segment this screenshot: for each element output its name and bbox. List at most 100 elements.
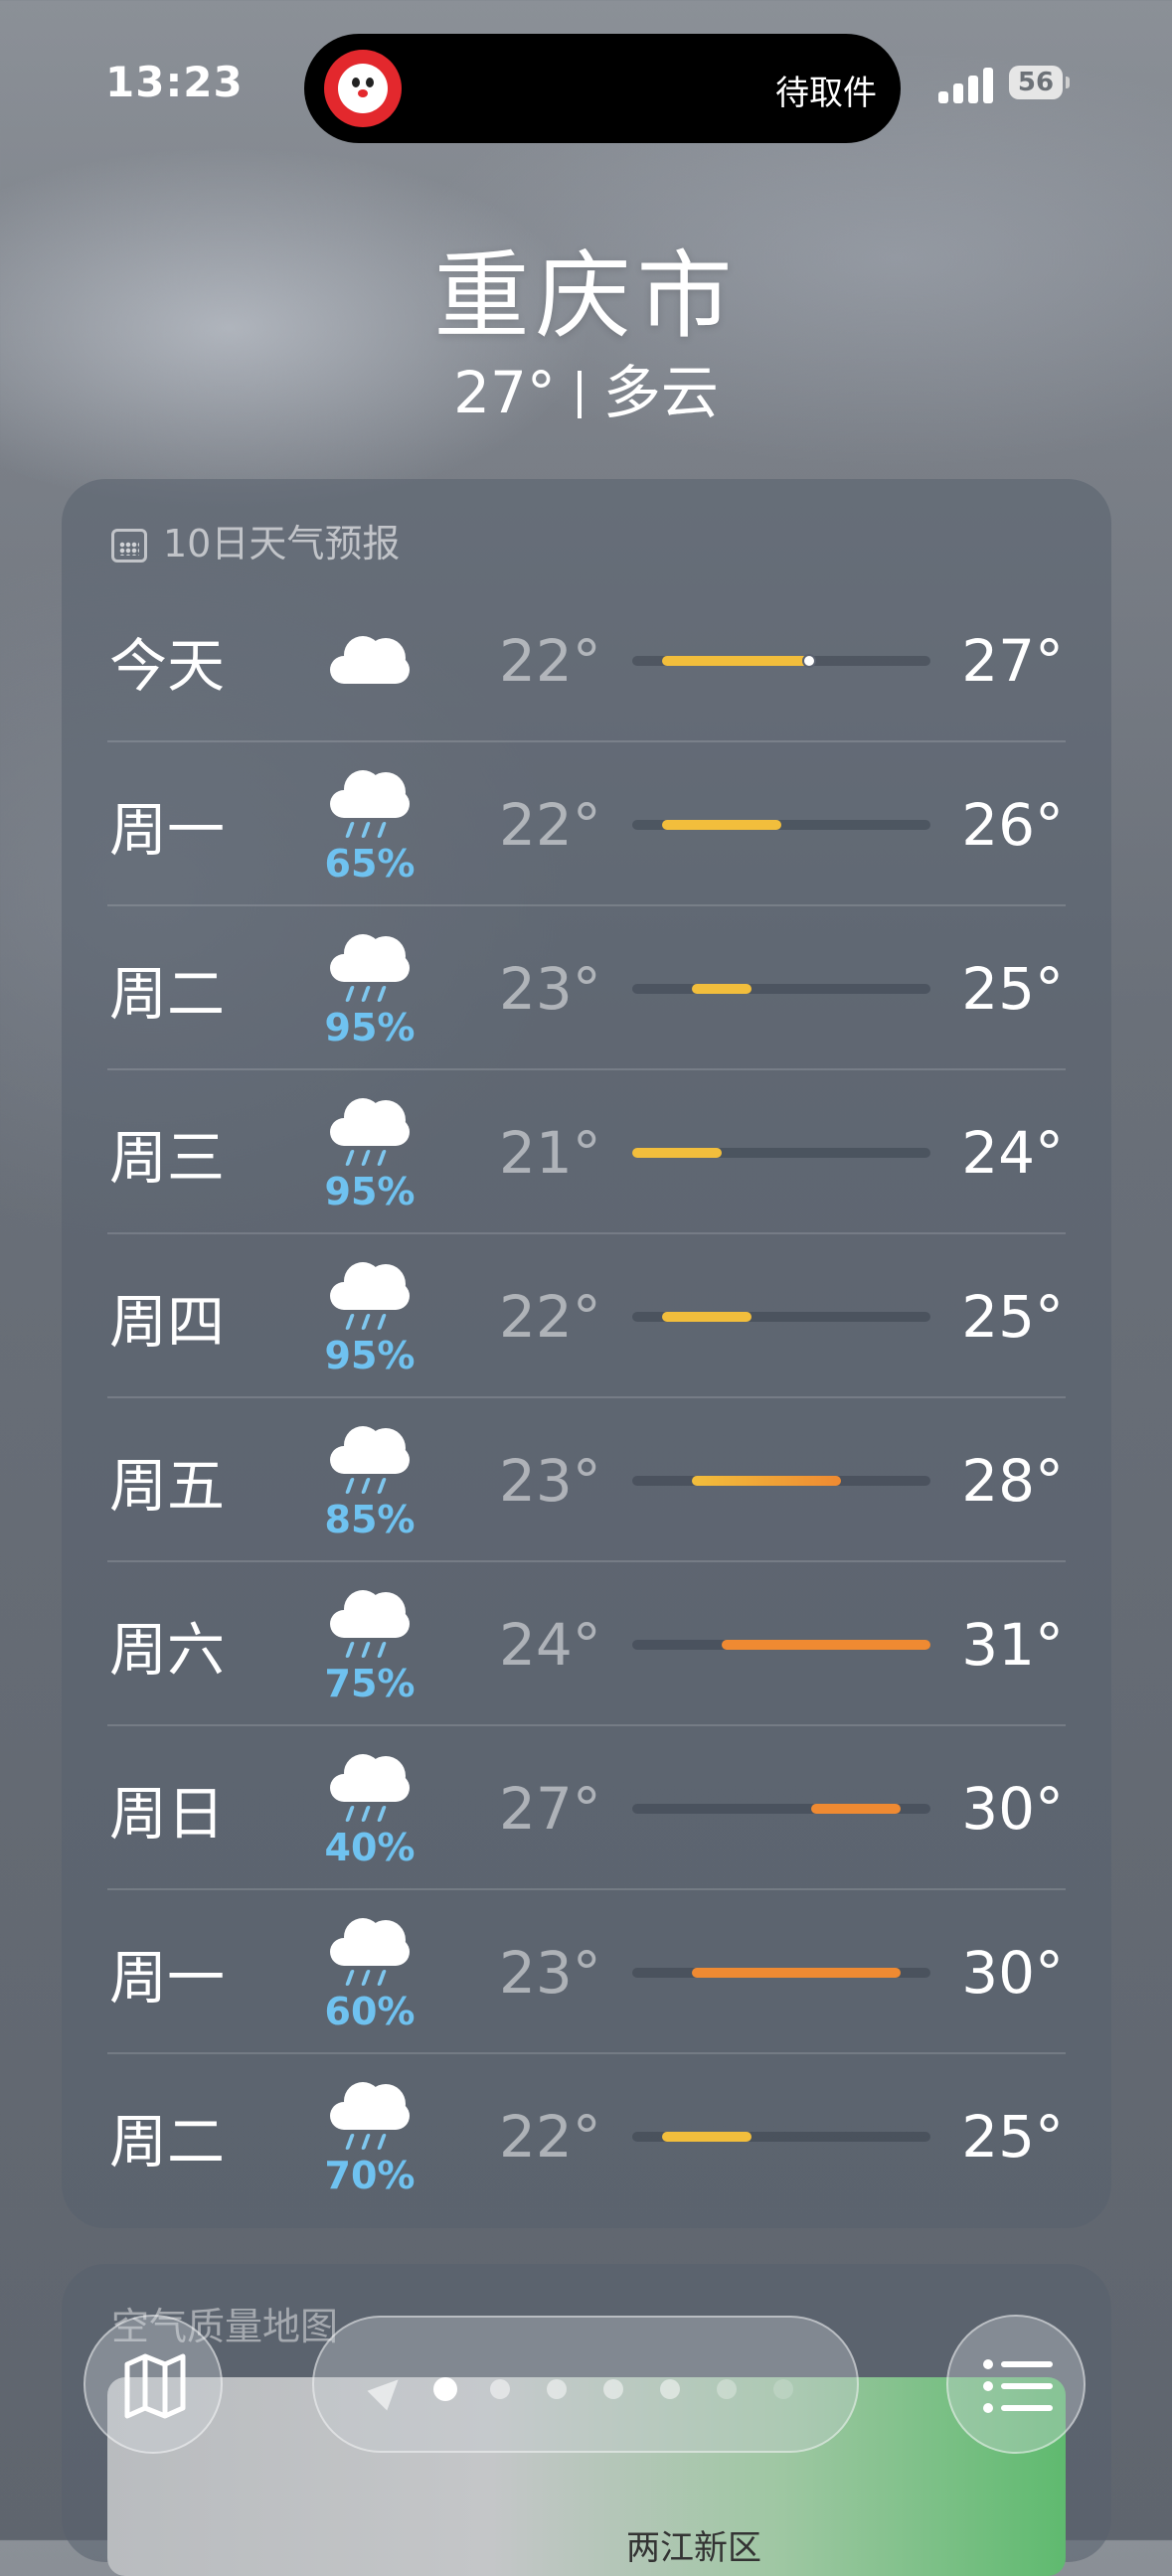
temp-range-fill — [662, 819, 781, 830]
page-dot[interactable] — [547, 2379, 567, 2399]
low-temp: 22° — [499, 2102, 601, 2171]
temp-range-fill — [662, 1311, 752, 1322]
dynamic-island[interactable]: 待取件 — [304, 34, 901, 143]
precipitation-chance: 95% — [324, 1170, 416, 1213]
low-temp: 22° — [499, 626, 601, 695]
forecast-row[interactable]: 周四 95% 22° 25° — [62, 1234, 1111, 1398]
high-temp: 25° — [961, 1282, 1064, 1351]
page-dot[interactable] — [490, 2379, 510, 2399]
current-temp-marker — [802, 653, 816, 668]
forecast-row[interactable]: 周一 65% 22° 26° — [62, 742, 1111, 906]
day-label: 周六 — [109, 1615, 226, 1684]
high-temp: 28° — [961, 1446, 1064, 1515]
low-temp: 23° — [499, 1446, 601, 1515]
map-region-label: 两江新区 — [626, 2528, 761, 2568]
day-label: 周二 — [109, 959, 226, 1028]
forecast-row[interactable]: 周三 95% 21° 24° — [62, 1070, 1111, 1234]
forecast-header: 10日天气预报 — [111, 513, 400, 567]
temp-range-bar — [632, 2131, 930, 2142]
island-status-text: 待取件 — [775, 74, 877, 113]
page-dot[interactable] — [603, 2379, 623, 2399]
temp-range-bar — [632, 1803, 930, 1814]
map-button[interactable] — [84, 2315, 223, 2454]
precipitation-chance: 65% — [324, 842, 416, 886]
signal-icon — [938, 66, 994, 103]
cloud-rain-icon: 60% — [310, 1890, 429, 2054]
page-dot[interactable] — [433, 2377, 457, 2401]
low-temp: 23° — [499, 1938, 601, 2007]
precipitation-chance: 75% — [324, 1662, 416, 1705]
cloud-icon — [310, 578, 429, 742]
page-dot[interactable] — [773, 2379, 793, 2399]
forecast-row[interactable]: 今天 22° 27° — [62, 578, 1111, 742]
day-label: 周日 — [109, 1779, 226, 1848]
cloud-rain-icon: 95% — [310, 1070, 429, 1234]
temp-range-fill — [662, 655, 811, 666]
temp-range-fill — [692, 1475, 841, 1486]
day-label: 周四 — [109, 1287, 226, 1356]
day-label: 周五 — [109, 1451, 226, 1520]
forecast-title: 10日天气预报 — [163, 522, 401, 565]
day-label: 今天 — [109, 631, 226, 700]
forecast-row[interactable]: 周五 85% 23° 28° — [62, 1398, 1111, 1562]
location-arrow-icon — [367, 2369, 409, 2411]
forecast-row[interactable]: 周六 75% 24° 31° — [62, 1562, 1111, 1726]
low-temp: 23° — [499, 954, 601, 1023]
cloud-rain-icon: 75% — [310, 1562, 429, 1726]
high-temp: 25° — [961, 2102, 1064, 2171]
jd-app-icon — [324, 50, 402, 127]
day-label: 周三 — [109, 1123, 226, 1192]
temp-range-fill — [692, 1967, 901, 1978]
temp-range-bar — [632, 1311, 930, 1322]
cloud-rain-icon: 95% — [310, 906, 429, 1070]
high-temp: 26° — [961, 790, 1064, 859]
day-label: 周一 — [109, 1943, 226, 2012]
list-icon — [983, 2359, 1053, 2413]
day-label: 周二 — [109, 2107, 226, 2175]
precipitation-chance: 40% — [324, 1826, 416, 1869]
forecast-row[interactable]: 周一 60% 23° 30° — [62, 1890, 1111, 2054]
temp-range-bar — [632, 819, 930, 830]
temp-range-fill — [692, 983, 752, 994]
temp-range-bar — [632, 983, 930, 994]
status-time: 13:23 — [105, 58, 244, 106]
temp-range-bar — [632, 1147, 930, 1158]
page-dot[interactable] — [717, 2379, 737, 2399]
forecast-row[interactable]: 周二 70% 22° 25° — [62, 2054, 1111, 2218]
city-list-button[interactable] — [946, 2315, 1086, 2454]
low-temp: 21° — [499, 1118, 601, 1187]
ten-day-forecast-card[interactable]: 10日天气预报 今天 22° 27° 周一 65% 22° 26° 周二 95% 23° 25° 周三… — [62, 479, 1111, 2228]
page-indicator[interactable] — [312, 2316, 859, 2453]
city-name: 重庆市 — [433, 241, 739, 352]
high-temp: 30° — [961, 1938, 1064, 2007]
precipitation-chance: 95% — [324, 1334, 416, 1377]
precipitation-chance: 85% — [324, 1498, 416, 1541]
precipitation-chance: 70% — [324, 2154, 416, 2197]
low-temp: 27° — [499, 1774, 601, 1843]
high-temp: 24° — [961, 1118, 1064, 1187]
high-temp: 31° — [961, 1610, 1064, 1679]
temp-range-fill — [811, 1803, 901, 1814]
current-conditions: 27° 多云 — [0, 346, 1172, 429]
condition-text: 多云 — [602, 359, 719, 426]
precipitation-chance: 60% — [324, 1990, 416, 2033]
cloud-rain-icon: 65% — [310, 742, 429, 906]
temp-range-fill — [632, 1147, 722, 1158]
temp-range-bar — [632, 1639, 930, 1650]
day-label: 周一 — [109, 795, 226, 864]
temp-range-bar — [632, 1475, 930, 1486]
battery-icon: 56 — [1009, 66, 1063, 99]
cloud-rain-icon: 40% — [310, 1726, 429, 1890]
temp-range-bar — [632, 1967, 930, 1978]
forecast-row[interactable]: 周二 95% 23° 25° — [62, 906, 1111, 1070]
low-temp: 22° — [499, 790, 601, 859]
high-temp: 30° — [961, 1774, 1064, 1843]
forecast-row[interactable]: 周日 40% 27° 30° — [62, 1726, 1111, 1890]
precipitation-chance: 95% — [324, 1006, 416, 1049]
map-icon — [124, 2353, 186, 2419]
cloud-rain-icon: 85% — [310, 1398, 429, 1562]
temp-range-bar — [632, 653, 930, 668]
calendar-icon — [111, 529, 147, 563]
page-dot[interactable] — [660, 2379, 680, 2399]
battery-tip — [1066, 77, 1070, 88]
